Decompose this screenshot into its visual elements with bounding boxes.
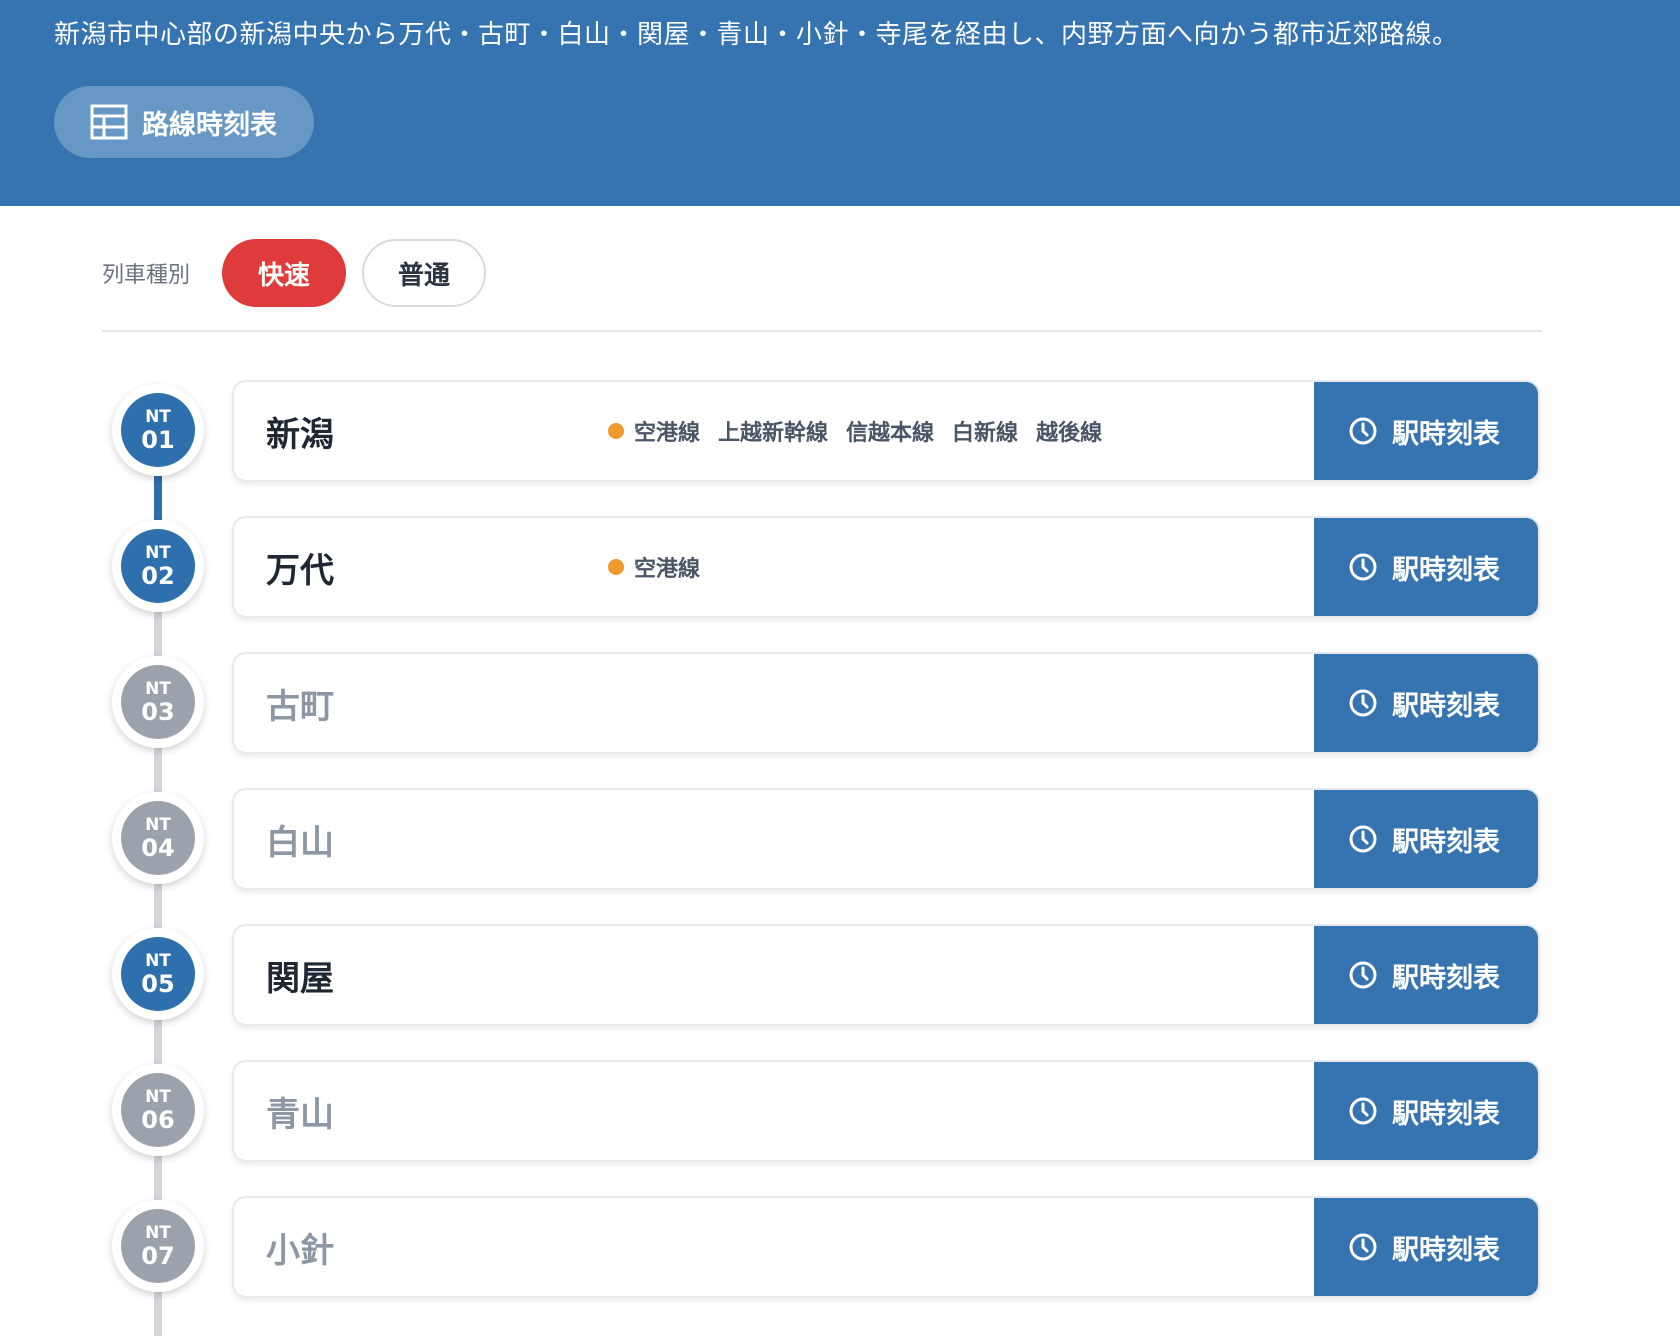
station-card[interactable]: 万代 空港線 駅時刻表	[232, 516, 1540, 618]
station-number: 04	[141, 833, 175, 862]
transfer-line-label: 白新線	[952, 421, 1019, 446]
station-number-circle: NT 02	[121, 529, 195, 603]
transfer-line-label: 越後線	[1036, 421, 1103, 446]
station-row: NT 01 新潟 空港線 上越新幹線 信越本線 白新線 越後線 駅時刻表	[0, 380, 1680, 520]
station-row: NT 03 古町 駅時刻表	[0, 652, 1680, 792]
station-timetable-button[interactable]: 駅時刻表	[1314, 1062, 1538, 1160]
line-code: NT	[145, 678, 171, 699]
station-timetable-button[interactable]: 駅時刻表	[1314, 926, 1538, 1024]
station-number-circle: NT 03	[121, 665, 195, 739]
transfer-lines: 空港線	[608, 518, 700, 616]
station-number-circle: NT 04	[121, 801, 195, 875]
station-timetable-button[interactable]: 駅時刻表	[1314, 518, 1538, 616]
station-timetable-button[interactable]: 駅時刻表	[1314, 382, 1538, 480]
station-row: NT 02 万代 空港線 駅時刻表	[0, 516, 1680, 656]
line-code: NT	[145, 1086, 171, 1107]
station-number: 02	[141, 561, 175, 590]
station-card[interactable]: 関屋 駅時刻表	[232, 924, 1540, 1026]
transfer-line-label: 上越新幹線	[718, 421, 829, 446]
route-line-segment	[154, 476, 162, 520]
station-timetable-label: 駅時刻表	[1392, 826, 1500, 858]
station-number: 05	[141, 969, 175, 998]
route-description: 新潟市中心部の新潟中央から万代・古町・白山・関屋・青山・小針・寺尾を経由し、内野…	[54, 20, 1459, 50]
clock-icon	[1349, 417, 1377, 445]
transfer-line-label: 空港線	[634, 557, 701, 582]
station-name: 青山	[266, 1094, 334, 1135]
route-timetable-label: 路線時刻表	[142, 109, 277, 141]
station-timetable-button[interactable]: 駅時刻表	[1314, 790, 1538, 888]
station-row: NT 05 関屋 駅時刻表	[0, 924, 1680, 1064]
line-code: NT	[145, 1222, 171, 1243]
station-number-badge: NT 02	[112, 520, 204, 612]
transfer-line-label: 空港線	[634, 421, 701, 446]
transfer-lines: 空港線 上越新幹線 信越本線 白新線 越後線	[608, 382, 1102, 480]
station-row: NT 07 小針 駅時刻表	[0, 1196, 1680, 1336]
station-row: NT 06 青山 駅時刻表	[0, 1060, 1680, 1200]
clock-icon	[1349, 1233, 1377, 1261]
station-number-circle: NT 05	[121, 937, 195, 1011]
station-timetable-label: 駅時刻表	[1392, 1098, 1500, 1130]
station-card[interactable]: 新潟 空港線 上越新幹線 信越本線 白新線 越後線 駅時刻表	[232, 380, 1540, 482]
transfer-dot-icon	[608, 559, 624, 575]
station-row: NT 04 白山 駅時刻表	[0, 788, 1680, 928]
station-timetable-button[interactable]: 駅時刻表	[1314, 1198, 1538, 1296]
line-code: NT	[145, 542, 171, 563]
station-timetable-label: 駅時刻表	[1392, 418, 1500, 450]
station-timetable-label: 駅時刻表	[1392, 1234, 1500, 1266]
station-card[interactable]: 小針 駅時刻表	[232, 1196, 1540, 1298]
station-number: 01	[141, 425, 175, 454]
table-icon	[90, 104, 128, 140]
transfer-line-label: 信越本線	[846, 421, 935, 446]
filter-chip-rapid[interactable]: 快速	[222, 239, 347, 307]
station-name: 万代	[266, 550, 334, 591]
station-number-badge: NT 01	[112, 384, 204, 476]
station-number-badge: NT 04	[112, 792, 204, 884]
line-code: NT	[145, 406, 171, 427]
station-number-badge: NT 07	[112, 1200, 204, 1292]
train-type-filter: 列車種別 快速 普通	[102, 238, 487, 308]
station-number: 07	[141, 1241, 175, 1270]
route-line-segment	[154, 612, 162, 656]
line-code: NT	[145, 814, 171, 835]
station-number-badge: NT 03	[112, 656, 204, 748]
clock-icon	[1349, 1097, 1377, 1125]
station-timetable-label: 駅時刻表	[1392, 690, 1500, 722]
clock-icon	[1349, 553, 1377, 581]
divider	[102, 330, 1542, 332]
station-number-circle: NT 06	[121, 1073, 195, 1147]
station-name: 新潟	[266, 414, 334, 455]
filter-chip-local[interactable]: 普通	[362, 239, 487, 307]
station-card[interactable]: 白山 駅時刻表	[232, 788, 1540, 890]
filter-label: 列車種別	[102, 263, 191, 288]
route-header: 新潟市中心部の新潟中央から万代・古町・白山・関屋・青山・小針・寺尾を経由し、内野…	[0, 0, 1680, 206]
route-line-segment	[154, 1020, 162, 1064]
station-number: 06	[141, 1105, 175, 1134]
route-timetable-button[interactable]: 路線時刻表	[54, 86, 314, 158]
station-number-badge: NT 06	[112, 1064, 204, 1156]
station-card[interactable]: 青山 駅時刻表	[232, 1060, 1540, 1162]
station-name: 関屋	[266, 958, 334, 999]
route-line-segment	[154, 1292, 162, 1336]
clock-icon	[1349, 825, 1377, 853]
station-number-circle: NT 07	[121, 1209, 195, 1283]
station-card[interactable]: 古町 駅時刻表	[232, 652, 1540, 754]
station-number-badge: NT 05	[112, 928, 204, 1020]
route-line-segment	[154, 884, 162, 928]
station-number: 03	[141, 697, 175, 726]
station-name: 古町	[266, 686, 334, 727]
route-line-segment	[154, 748, 162, 792]
route-line-segment	[154, 1156, 162, 1200]
station-name: 小針	[266, 1230, 334, 1271]
station-timetable-label: 駅時刻表	[1392, 554, 1500, 586]
clock-icon	[1349, 689, 1377, 717]
station-name: 白山	[266, 822, 334, 863]
transfer-dot-icon	[608, 423, 624, 439]
station-timetable-button[interactable]: 駅時刻表	[1314, 654, 1538, 752]
station-timetable-label: 駅時刻表	[1392, 962, 1500, 994]
clock-icon	[1349, 961, 1377, 989]
station-number-circle: NT 01	[121, 393, 195, 467]
line-code: NT	[145, 950, 171, 971]
